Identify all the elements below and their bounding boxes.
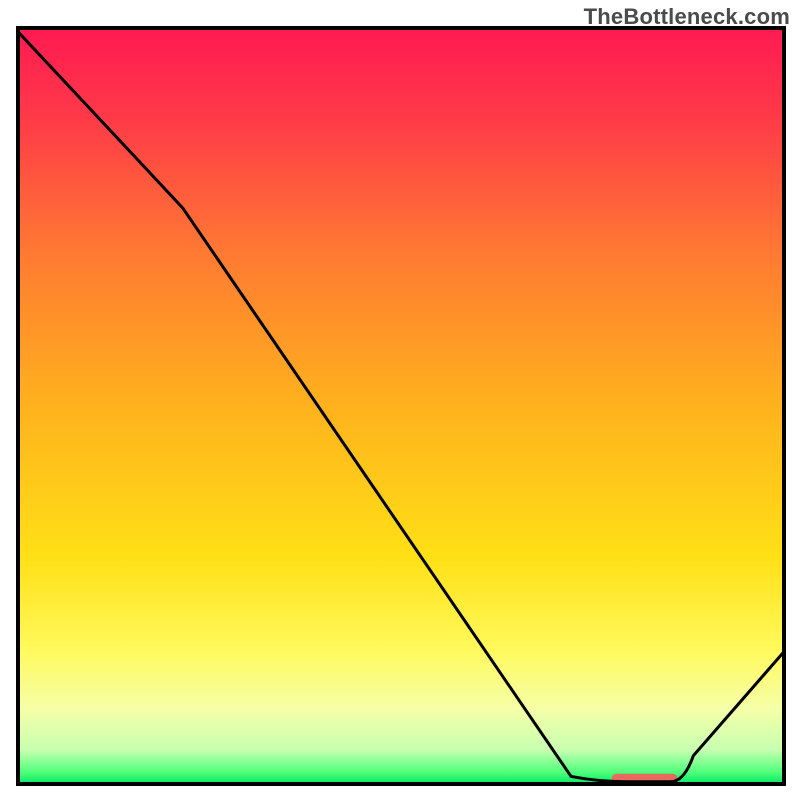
gradient-background (18, 28, 784, 784)
chart-container: TheBottleneck.com (0, 0, 800, 800)
watermark-text: TheBottleneck.com (584, 4, 790, 30)
bottleneck-plot (0, 0, 800, 800)
